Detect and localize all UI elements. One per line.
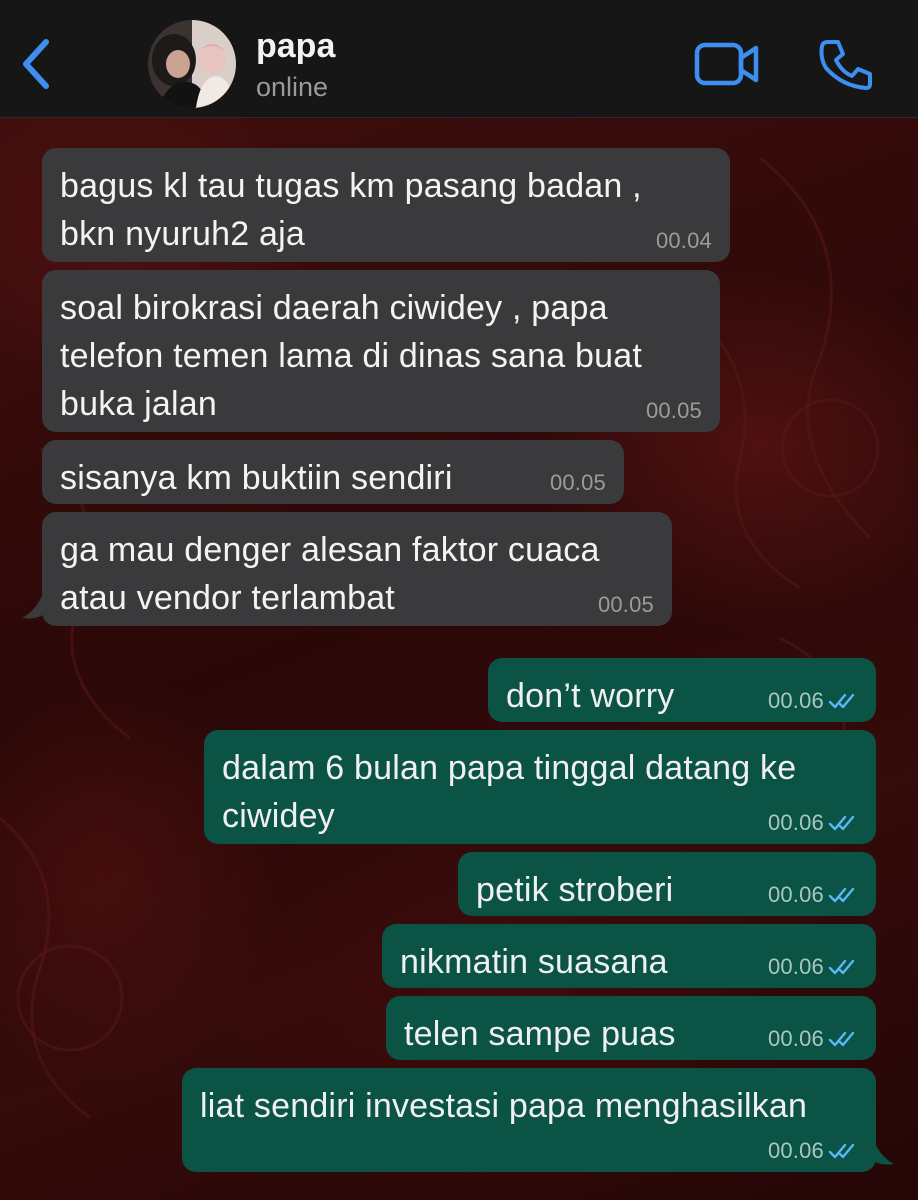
message-bubble-outgoing[interactable]: dalam 6 bulan papa tinggal datang ke ciw… xyxy=(204,730,876,844)
bubble-tail xyxy=(22,596,44,619)
message-text: telefon temen lama di dinas sana buat xyxy=(60,337,642,375)
message-text: buka jalan xyxy=(60,385,218,423)
phone-icon xyxy=(819,40,872,90)
message-time: 00.06 xyxy=(767,810,824,835)
message-text: ga mau denger alesan faktor cuaca xyxy=(60,531,600,569)
message-bubble-outgoing[interactable]: nikmatin suasana 00.06 xyxy=(382,924,876,988)
message-meta: 00.06 xyxy=(768,1138,858,1164)
message-bubble-incoming[interactable]: sisanya km buktiin sendiri 00.05 xyxy=(42,440,624,504)
avatar[interactable] xyxy=(148,20,236,108)
chevron-left-icon xyxy=(23,39,49,89)
message-text: atau vendor terlambat xyxy=(60,579,395,617)
double-check-icon xyxy=(828,1031,855,1047)
double-check-icon xyxy=(828,693,855,709)
double-check-icon xyxy=(828,815,855,831)
chat-area[interactable]: bagus kl tau tugas km pasang badan , bkn… xyxy=(0,118,918,1200)
message-meta: 00.06 xyxy=(768,688,858,714)
message-bubble-incoming[interactable]: bagus kl tau tugas km pasang badan , bkn… xyxy=(42,148,730,262)
message-meta: 00.06 xyxy=(768,882,858,908)
message-time: 00.06 xyxy=(767,954,824,979)
message-meta: 00.06 xyxy=(768,810,858,836)
video-camera-icon xyxy=(694,42,759,86)
bubble-tail xyxy=(872,1142,894,1165)
message-bubble-outgoing[interactable]: don’t worry 00.06 xyxy=(488,658,876,722)
message-text: bagus kl tau tugas km pasang badan , xyxy=(60,167,642,205)
video-call-button[interactable] xyxy=(692,38,762,90)
chat-header: papa online xyxy=(0,0,918,118)
voice-call-button[interactable] xyxy=(816,36,874,92)
message-time: 00.06 xyxy=(767,688,824,713)
message-time: 00.05 xyxy=(597,592,654,617)
message-bubble-outgoing[interactable]: telen sampe puas 00.06 xyxy=(386,996,876,1060)
message-bubble-outgoing[interactable]: liat sendiri investasi papa menghasilkan… xyxy=(182,1068,876,1172)
message-text: bkn nyuruh2 aja xyxy=(60,215,305,253)
message-text: sisanya km buktiin sendiri xyxy=(60,459,453,497)
message-bubble-incoming[interactable]: soal birokrasi daerah ciwidey , papa tel… xyxy=(42,270,720,432)
message-time: 00.05 xyxy=(549,470,606,495)
message-meta: 00.06 xyxy=(768,954,858,980)
message-meta: 00.05 xyxy=(598,592,654,618)
message-time: 00.04 xyxy=(655,228,712,253)
double-check-icon xyxy=(828,1143,855,1159)
message-time: 00.06 xyxy=(767,882,824,907)
message-time: 00.05 xyxy=(645,398,702,423)
message-bubble-outgoing[interactable]: petik stroberi 00.06 xyxy=(458,852,876,916)
avatar-photo xyxy=(148,20,236,108)
double-check-icon xyxy=(828,887,855,903)
message-meta: 00.06 xyxy=(768,1026,858,1052)
message-meta: 00.05 xyxy=(646,398,702,424)
message-bubble-incoming[interactable]: ga mau denger alesan faktor cuaca atau v… xyxy=(42,512,672,626)
contact-status: online xyxy=(256,72,329,102)
message-text: ciwidey xyxy=(222,797,335,835)
message-time: 00.06 xyxy=(767,1026,824,1051)
double-check-icon xyxy=(828,959,855,975)
message-text: soal birokrasi daerah ciwidey , papa xyxy=(60,289,608,327)
contact-name[interactable]: papa xyxy=(256,26,335,66)
message-text: liat sendiri investasi papa menghasilkan xyxy=(200,1087,808,1125)
message-meta: 00.05 xyxy=(550,470,606,496)
back-button[interactable] xyxy=(14,34,58,94)
message-meta: 00.04 xyxy=(656,228,712,254)
message-time: 00.06 xyxy=(767,1138,824,1163)
message-text: dalam 6 bulan papa tinggal datang ke xyxy=(222,749,797,787)
